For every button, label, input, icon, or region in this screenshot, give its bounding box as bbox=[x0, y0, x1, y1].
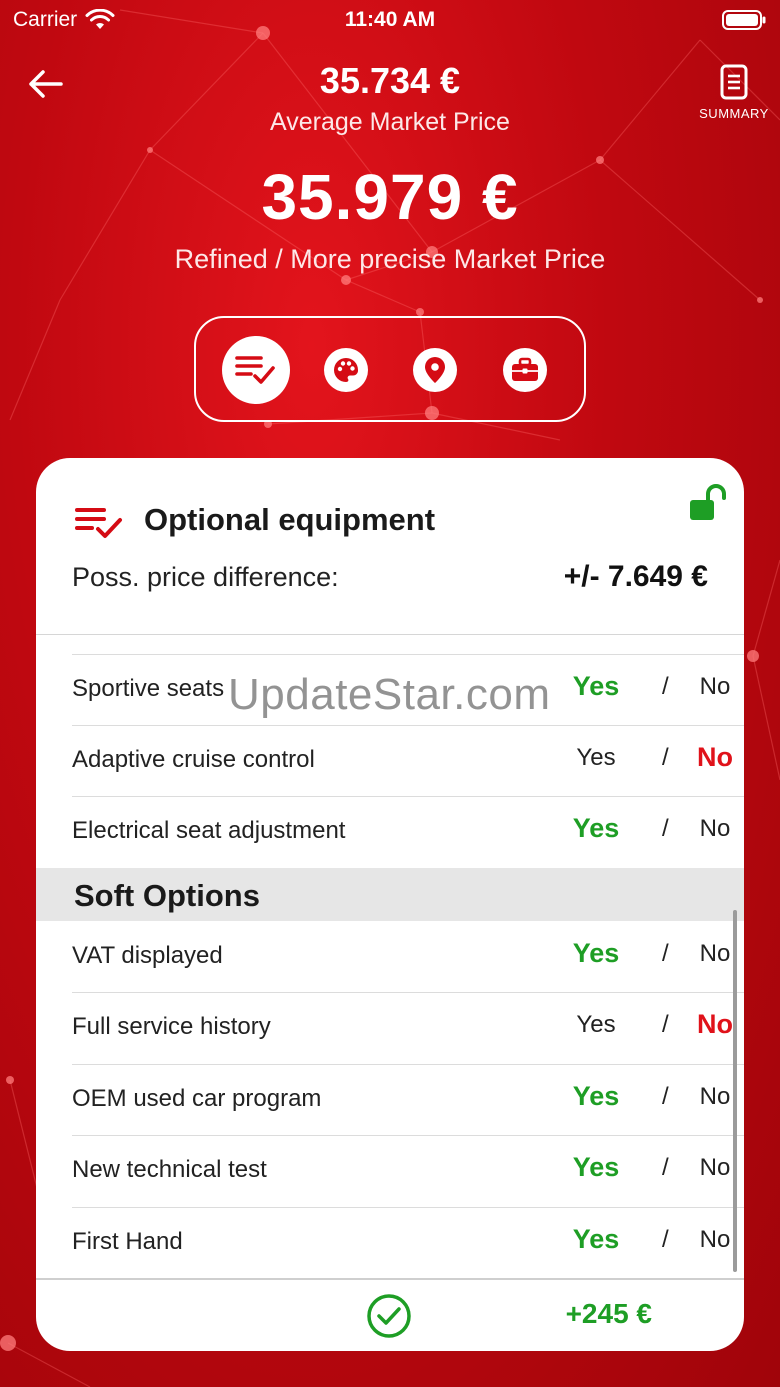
option-row-oem-used-car-program: OEM used car program Yes / No bbox=[72, 1064, 744, 1135]
separator: / bbox=[662, 1154, 669, 1181]
tab-optional-equipment[interactable] bbox=[222, 336, 290, 404]
no-toggle[interactable]: No bbox=[692, 1226, 738, 1254]
option-label: New technical test bbox=[72, 1156, 267, 1183]
separator: / bbox=[662, 1011, 669, 1038]
separator: / bbox=[662, 1226, 669, 1253]
tab-location[interactable] bbox=[413, 348, 457, 392]
summary-label: SUMMARY bbox=[699, 106, 769, 121]
option-label: First Hand bbox=[72, 1228, 183, 1255]
section-header-soft-options: Soft Options bbox=[36, 868, 744, 921]
total-price-adjustment: +245 € bbox=[565, 1298, 652, 1329]
checklist-icon bbox=[235, 356, 275, 384]
no-toggle[interactable]: No bbox=[692, 1154, 738, 1182]
option-row-electrical-seat-adjustment: Electrical seat adjustment Yes / No bbox=[72, 796, 744, 867]
section-title: Soft Options bbox=[74, 878, 260, 913]
check-circle-icon[interactable] bbox=[366, 1293, 412, 1339]
briefcase-icon bbox=[512, 357, 538, 381]
option-label: Full service history bbox=[72, 1013, 271, 1040]
divider bbox=[36, 634, 744, 635]
no-toggle[interactable]: No bbox=[692, 940, 738, 968]
separator: / bbox=[662, 815, 669, 842]
separator: / bbox=[662, 673, 669, 700]
tab-color[interactable] bbox=[324, 348, 368, 392]
option-row-new-technical-test: New technical test Yes / No bbox=[72, 1135, 744, 1206]
yes-toggle[interactable]: Yes bbox=[568, 813, 624, 844]
refined-market-price-label: Refined / More precise Market Price bbox=[174, 244, 606, 274]
tab-equipment-case[interactable] bbox=[503, 348, 547, 392]
status-time: 11:40 AM bbox=[344, 8, 436, 31]
watermark: UpdateStar.com bbox=[228, 670, 551, 719]
yes-toggle[interactable]: Yes bbox=[568, 1081, 624, 1112]
no-toggle[interactable]: No bbox=[692, 673, 738, 701]
checklist-icon bbox=[75, 508, 122, 538]
yes-toggle[interactable]: Yes bbox=[568, 1011, 624, 1039]
average-market-price-label: Average Market Price bbox=[270, 108, 510, 136]
price-difference-label: Poss. price difference: bbox=[72, 562, 339, 592]
refined-market-price: 35.979 € bbox=[261, 161, 519, 233]
unlock-icon[interactable] bbox=[688, 484, 728, 522]
average-market-price: 35.734 € bbox=[319, 60, 461, 101]
price-difference-value: +/- 7.649 € bbox=[563, 560, 708, 593]
separator: / bbox=[662, 940, 669, 967]
no-toggle[interactable]: No bbox=[692, 1083, 738, 1111]
yes-toggle[interactable]: Yes bbox=[568, 744, 624, 772]
option-row-first-hand: First Hand Yes / No bbox=[72, 1207, 744, 1278]
location-pin-icon bbox=[425, 357, 445, 383]
option-label: Adaptive cruise control bbox=[72, 746, 315, 773]
summary-button[interactable]: SUMMARY bbox=[698, 64, 770, 132]
option-row-adaptive-cruise-control: Adaptive cruise control Yes / No bbox=[72, 725, 744, 796]
option-row-vat-displayed: VAT displayed Yes / No bbox=[72, 922, 744, 993]
yes-toggle[interactable]: Yes bbox=[568, 938, 624, 969]
footer-divider bbox=[36, 1278, 744, 1280]
yes-toggle[interactable]: Yes bbox=[568, 671, 624, 702]
option-label: OEM used car program bbox=[72, 1085, 322, 1112]
category-tab-bar bbox=[194, 316, 586, 422]
option-label: Sportive seats bbox=[72, 675, 225, 702]
no-toggle[interactable]: No bbox=[692, 815, 738, 843]
option-row-full-service-history: Full service history Yes / No bbox=[72, 992, 744, 1063]
yes-toggle[interactable]: Yes bbox=[568, 1152, 624, 1183]
scroll-indicator[interactable] bbox=[733, 910, 737, 1272]
no-toggle[interactable]: No bbox=[692, 1009, 738, 1040]
card-title: Optional equipment bbox=[144, 502, 436, 537]
option-label: Electrical seat adjustment bbox=[72, 817, 346, 844]
status-bar: Carrier 11:40 AM bbox=[0, 0, 780, 40]
option-label: VAT displayed bbox=[72, 942, 223, 969]
separator: / bbox=[662, 744, 669, 771]
separator: / bbox=[662, 1083, 669, 1110]
yes-toggle[interactable]: Yes bbox=[568, 1224, 624, 1255]
document-icon bbox=[720, 64, 748, 100]
battery-icon bbox=[722, 10, 766, 30]
optional-equipment-card: Optional equipment Poss. price differenc… bbox=[36, 458, 744, 1351]
no-toggle[interactable]: No bbox=[692, 742, 738, 773]
palette-icon bbox=[334, 358, 359, 382]
